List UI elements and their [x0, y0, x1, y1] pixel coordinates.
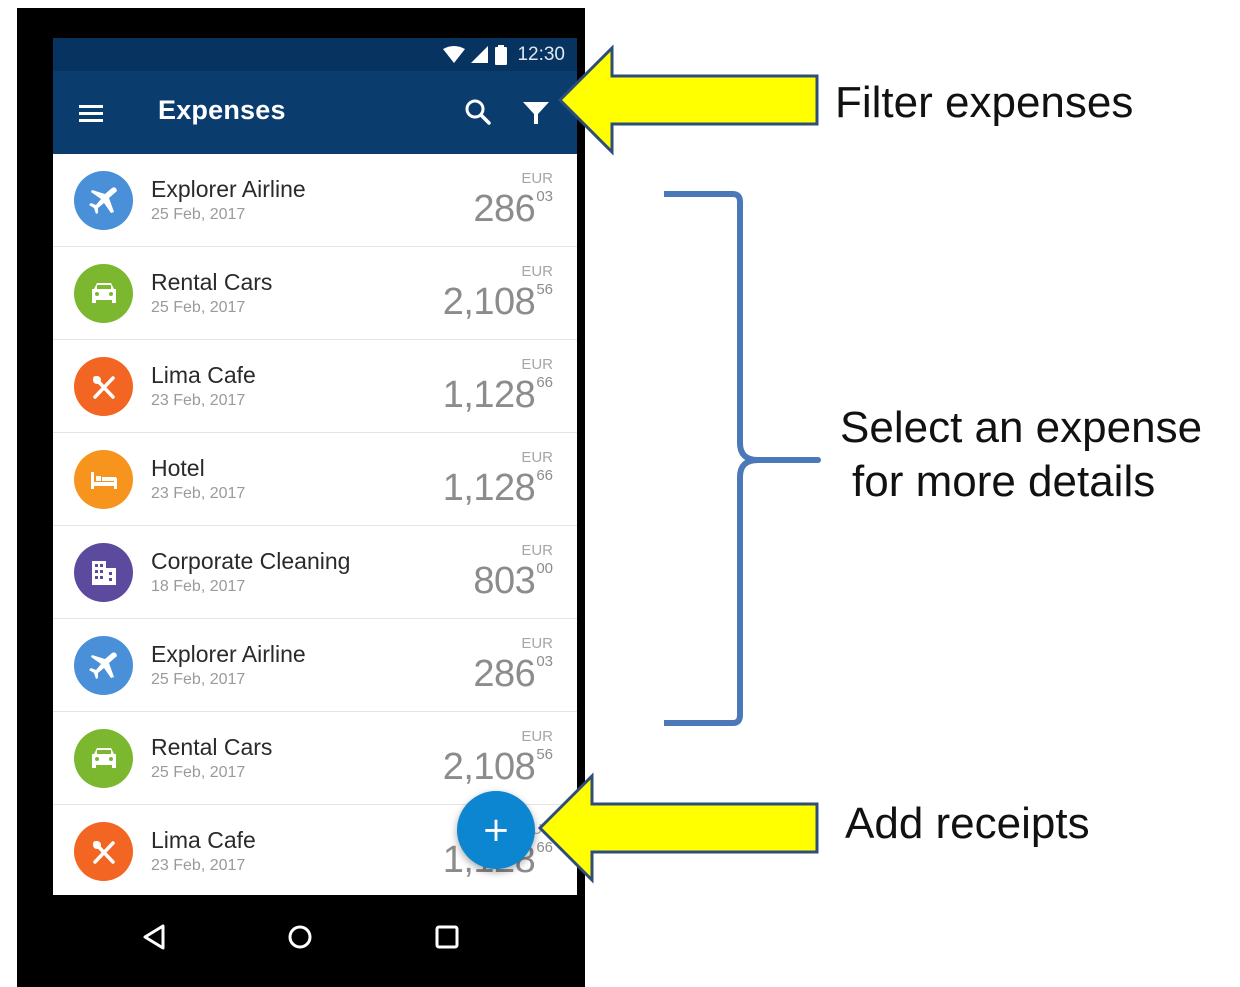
- expense-row[interactable]: Explorer Airline 25 Feb, 2017 EUR 28603: [53, 154, 577, 247]
- list-bracket: [664, 191, 821, 726]
- expense-amount-minor: 66: [536, 374, 553, 391]
- navigation-bar: [17, 895, 585, 987]
- select-annotation-line2: for more details: [852, 457, 1156, 506]
- expense-amount-minor: 03: [536, 188, 553, 205]
- expense-amount: 28603: [473, 653, 553, 696]
- expense-name: Corporate Cleaning: [151, 548, 351, 574]
- expense-amount-major: 1,128: [442, 374, 536, 416]
- expense-amount-major: 1,128: [442, 467, 536, 509]
- expense-amount-minor: 03: [536, 653, 553, 670]
- expense-amount: 2,10856: [443, 281, 553, 324]
- restaurant-icon: [92, 375, 115, 399]
- expense-category-avatar: [74, 264, 133, 323]
- expense-amount: 28603: [473, 188, 553, 231]
- expense-amount-major: 803: [473, 560, 536, 602]
- expense-date: 25 Feb, 2017: [151, 764, 246, 781]
- add-annotation: Add receipts: [845, 799, 1090, 848]
- expense-currency: EUR: [521, 542, 553, 559]
- expense-category-avatar: [74, 822, 133, 881]
- expense-amount-major: 2,108: [442, 746, 536, 788]
- expense-date: 23 Feb, 2017: [151, 857, 246, 874]
- expense-currency: EUR: [521, 356, 553, 373]
- expense-amount: 80300: [473, 560, 553, 603]
- expense-date: 25 Feb, 2017: [151, 299, 246, 316]
- expense-category-avatar: [74, 636, 133, 695]
- status-bar: 12:30: [53, 38, 577, 71]
- expense-amount-minor: 66: [536, 467, 553, 484]
- signal-icon: [471, 46, 489, 63]
- search-button[interactable]: [461, 95, 495, 129]
- expense-category-avatar: [74, 357, 133, 416]
- expense-amount: 1,12866: [443, 374, 553, 417]
- building-icon: [91, 560, 116, 585]
- expense-currency: EUR: [521, 635, 553, 652]
- expense-row[interactable]: Rental Cars 25 Feb, 2017 EUR 2,10856: [53, 247, 577, 340]
- expense-amount-minor: 56: [536, 281, 553, 298]
- expense-amount: 1,12866: [443, 467, 553, 510]
- expense-category-avatar: [74, 171, 133, 230]
- back-triangle-icon: [143, 924, 165, 950]
- expense-category-avatar: [74, 729, 133, 788]
- expense-currency: EUR: [521, 170, 553, 187]
- expense-name: Explorer Airline: [151, 641, 306, 667]
- wifi-icon: [443, 46, 466, 63]
- expense-row[interactable]: Hotel 23 Feb, 2017 EUR 1,12866: [53, 433, 577, 526]
- expense-date: 18 Feb, 2017: [151, 578, 246, 595]
- expense-amount-minor: 00: [536, 560, 553, 577]
- car-icon: [91, 747, 116, 768]
- expense-date: 23 Feb, 2017: [151, 392, 246, 409]
- filter-callout-arrow: [557, 44, 819, 156]
- home-circle-icon: [288, 925, 312, 949]
- expense-list: Explorer Airline 25 Feb, 2017 EUR 28603 Rent…: [53, 154, 577, 898]
- airplane-icon: [88, 186, 118, 214]
- recents-square-icon: [435, 925, 459, 949]
- restaurant-icon: [92, 840, 115, 864]
- app-bar: Expenses: [53, 71, 577, 154]
- home-button[interactable]: [280, 917, 320, 957]
- expense-amount-major: 2,108: [442, 281, 536, 323]
- expense-name: Hotel: [151, 455, 205, 481]
- expense-date: 25 Feb, 2017: [151, 206, 246, 223]
- menu-button[interactable]: [75, 97, 107, 129]
- add-callout-arrow: [537, 772, 819, 884]
- expense-row[interactable]: Explorer Airline 25 Feb, 2017 EUR 28603: [53, 619, 577, 712]
- expense-name: Lima Cafe: [151, 362, 256, 388]
- expense-date: 25 Feb, 2017: [151, 671, 246, 688]
- airplane-icon: [88, 651, 118, 679]
- phone-screen: 12:30 Expenses Explorer Airline25 Feb,: [53, 38, 577, 903]
- search-icon: [465, 99, 491, 125]
- expense-currency: EUR: [521, 449, 553, 466]
- expense-amount-major: 286: [473, 653, 536, 695]
- back-button[interactable]: [135, 917, 175, 957]
- filter-button[interactable]: [519, 95, 553, 129]
- expense-name: Rental Cars: [151, 269, 273, 295]
- expense-name: Rental Cars: [151, 734, 273, 760]
- expense-date: 23 Feb, 2017: [151, 485, 246, 502]
- expense-currency: EUR: [521, 263, 553, 280]
- expense-amount-minor: 56: [536, 746, 553, 763]
- filter-annotation: Filter expenses: [835, 78, 1134, 127]
- select-annotation-line1: Select an expense: [840, 403, 1203, 452]
- filter-icon: [523, 102, 549, 124]
- expense-amount-major: 286: [473, 188, 536, 230]
- plus-icon: +: [481, 810, 511, 850]
- expense-name: Explorer Airline: [151, 176, 306, 202]
- expense-name: Lima Cafe: [151, 827, 256, 853]
- expense-category-avatar: [74, 543, 133, 602]
- expense-currency: EUR: [521, 728, 553, 745]
- add-receipt-button[interactable]: +: [457, 791, 535, 869]
- hamburger-menu-icon: [79, 105, 103, 122]
- expense-row[interactable]: Corporate Cleaning 18 Feb, 2017 EUR 80300: [53, 526, 577, 619]
- expense-row[interactable]: Lima Cafe 23 Feb, 2017 EUR1,12866: [53, 340, 577, 433]
- expense-category-avatar: [74, 450, 133, 509]
- bed-icon: [90, 471, 117, 489]
- car-icon: [91, 282, 116, 303]
- page-title: Expenses: [158, 95, 286, 125]
- recents-button[interactable]: [427, 917, 467, 957]
- battery-icon: [495, 45, 508, 65]
- status-icons: 12:30: [443, 44, 565, 66]
